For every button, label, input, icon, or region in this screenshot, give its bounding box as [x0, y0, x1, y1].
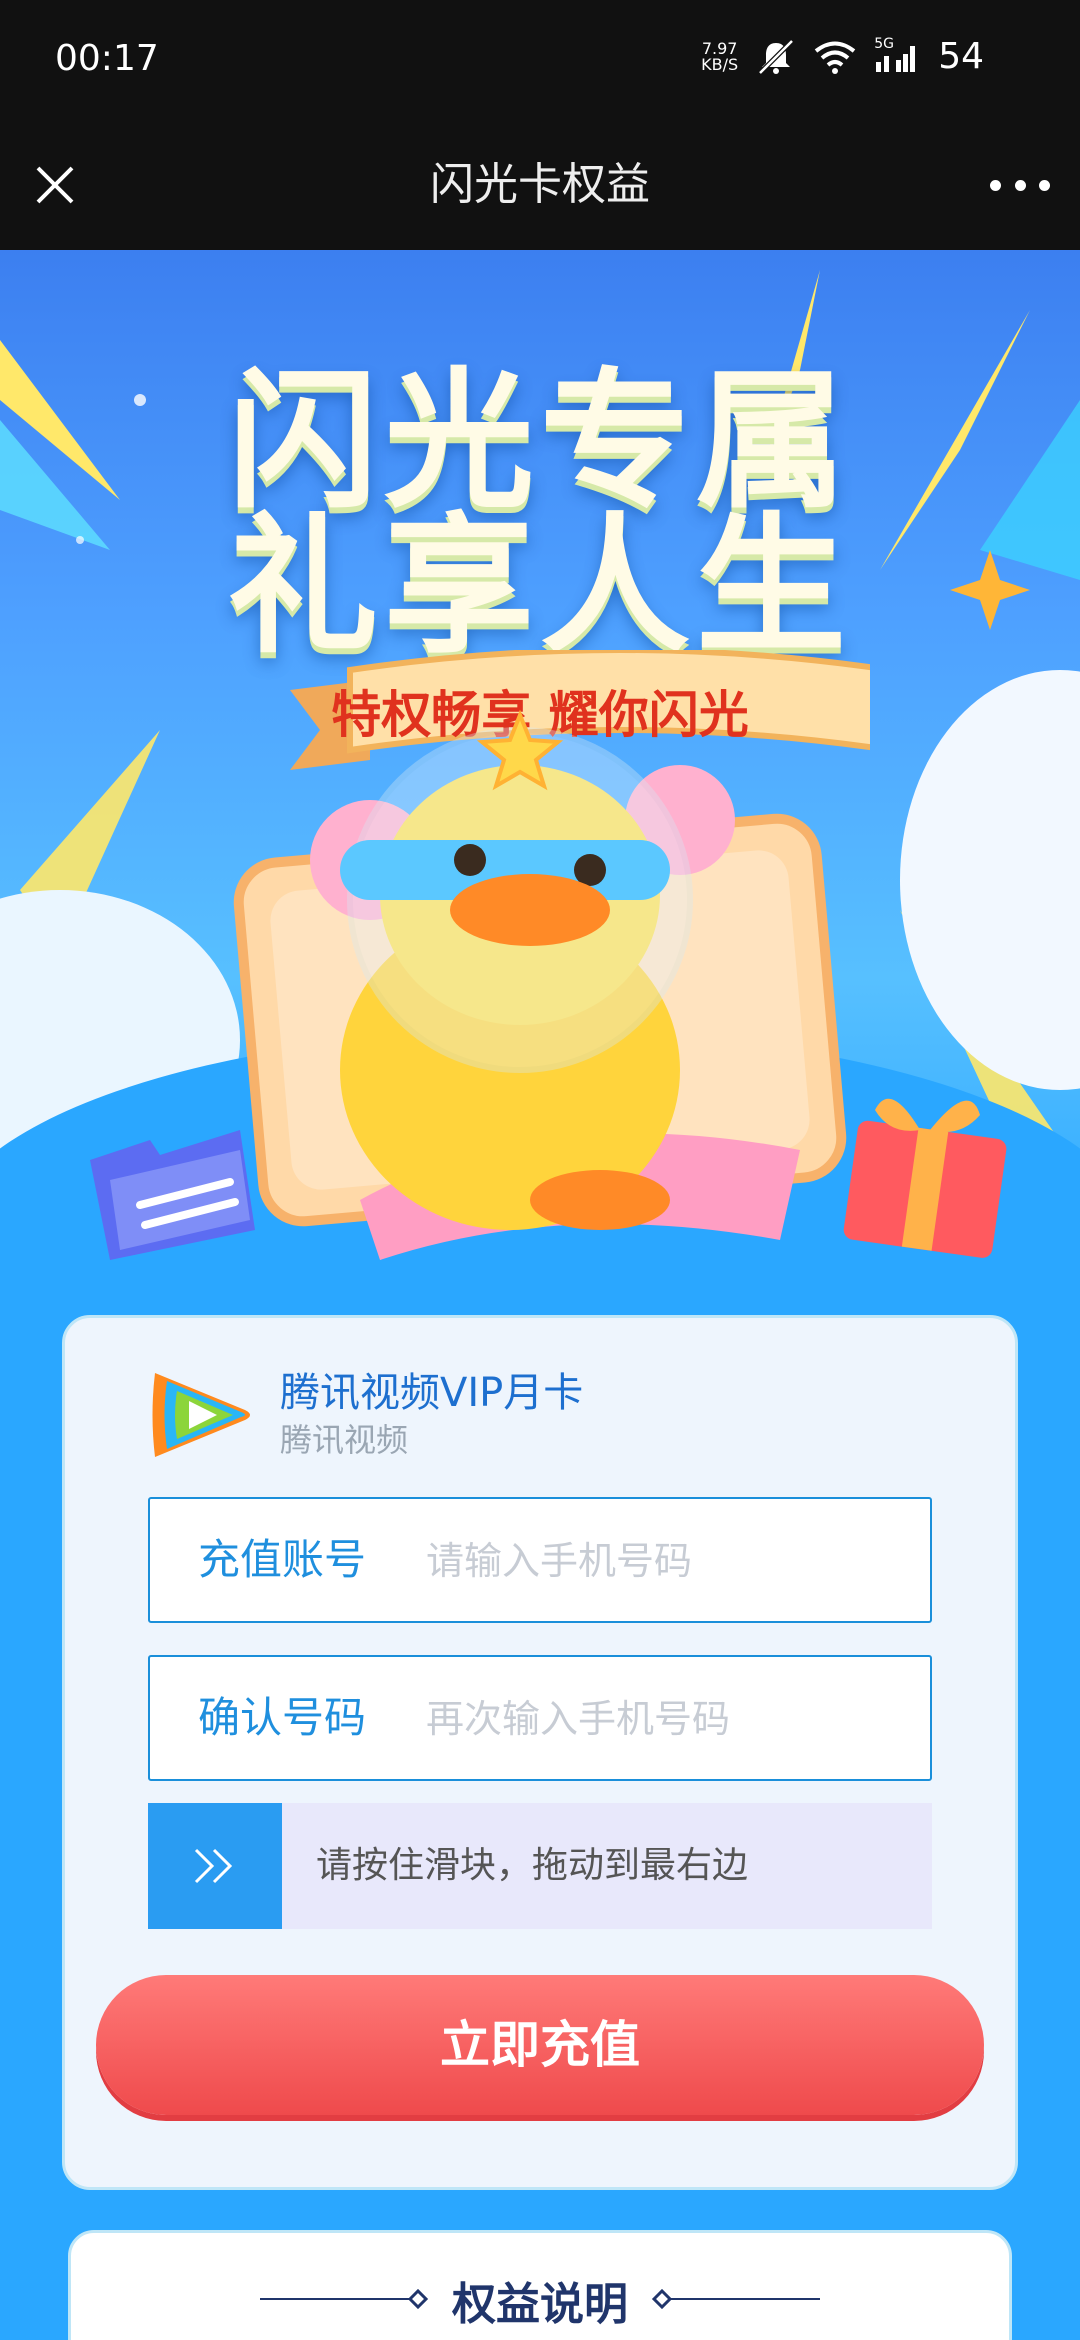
account-input[interactable]: [426, 1521, 906, 1601]
account-label: 充值账号: [198, 1535, 367, 1584]
status-indicators: 7.97 KB/S 5G 54: [701, 36, 984, 78]
network-speed: 7.97 KB/S: [701, 38, 739, 74]
title-divider-right-icon: [651, 2288, 820, 2310]
more-dot-icon: [1014, 179, 1026, 191]
folder-decoration-icon: [90, 1130, 255, 1260]
battery-level: 54: [938, 36, 984, 77]
page-title: 闪光卡权益: [430, 159, 650, 210]
status-bar: 00:17 7.97 KB/S 5G 54: [0, 0, 1080, 120]
more-dot-icon: [1039, 179, 1050, 191]
nav-bar: 闪光卡权益: [0, 120, 1080, 250]
double-chevron-right-icon: [194, 1848, 233, 1884]
mute-icon: [758, 38, 794, 75]
recharge-button[interactable]: 立即充值: [96, 1975, 984, 2115]
wifi-icon: [814, 41, 856, 74]
more-dot-icon: [990, 179, 1001, 191]
tencent-video-logo-icon: [152, 1373, 250, 1457]
gift-box-icon: [843, 1098, 1007, 1258]
close-button[interactable]: [30, 160, 80, 210]
benefits-title: 权益说明: [452, 2279, 628, 2330]
slider-captcha[interactable]: 请按住滑块，拖动到最右边: [148, 1803, 932, 1929]
slider-handle[interactable]: [148, 1803, 282, 1929]
confirm-input[interactable]: [426, 1679, 906, 1759]
duck-mascot-illustration: [233, 709, 847, 1260]
account-field: 充值账号: [148, 1497, 932, 1623]
confirm-label: 确认号码: [198, 1693, 367, 1742]
product-info: 腾讯视频VIP月卡 腾讯视频: [145, 1355, 845, 1465]
hero-banner: 闪光专属 礼享人生 特权畅享 耀你闪光: [0, 250, 1080, 1290]
product-provider: 腾讯视频: [280, 1421, 409, 1459]
more-button[interactable]: [990, 165, 1050, 205]
confirm-field: 确认号码: [148, 1655, 932, 1781]
cellular-signal-icon: 5G: [874, 36, 920, 74]
slider-instruction: 请按住滑块，拖动到最右边: [316, 1845, 749, 1886]
product-name: 腾讯视频VIP月卡: [280, 1370, 584, 1416]
status-time: 00:17: [55, 38, 159, 79]
